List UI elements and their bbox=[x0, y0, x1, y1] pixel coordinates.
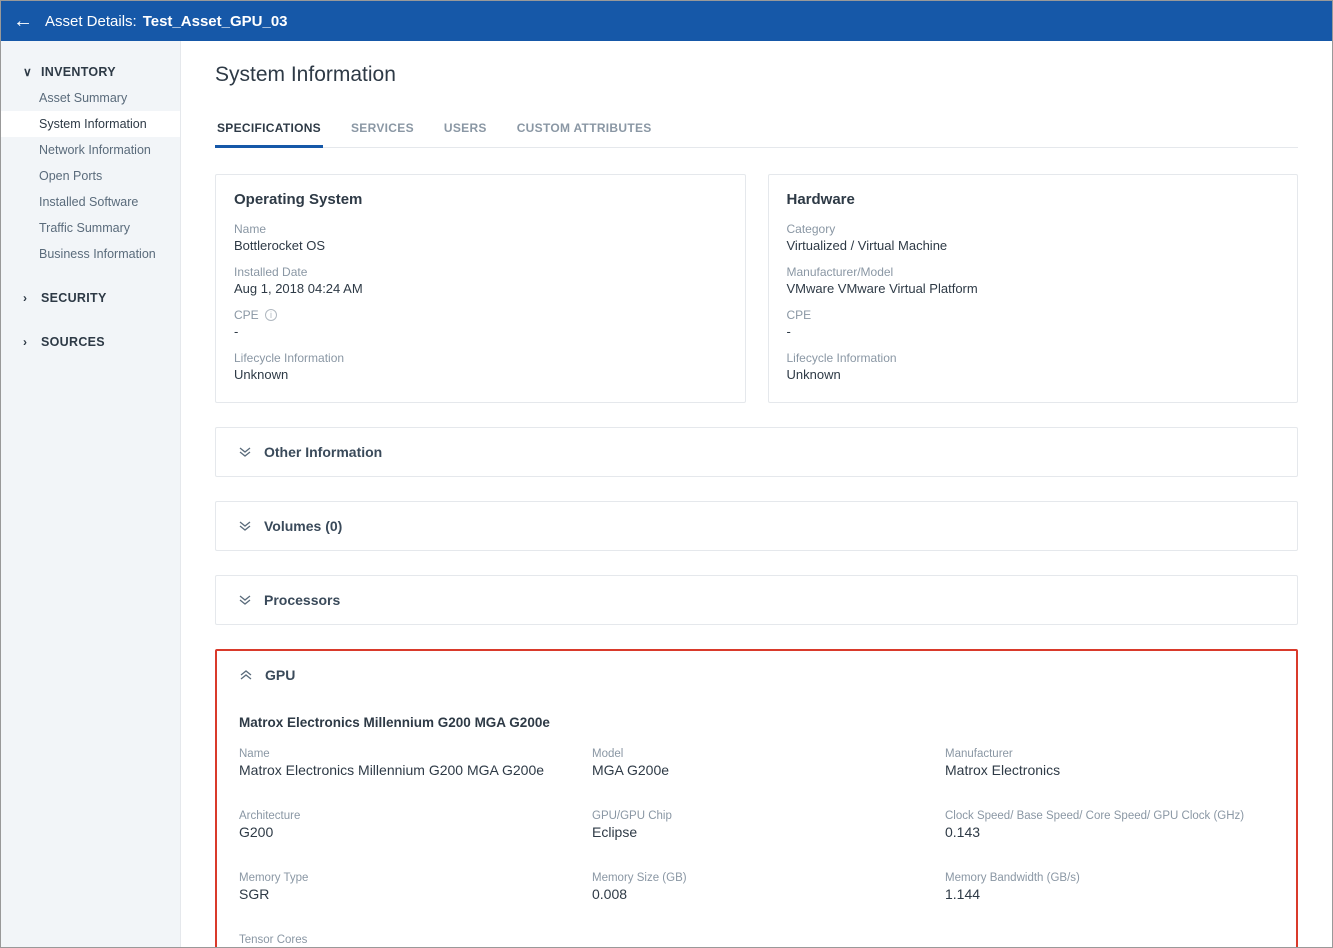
nav-header-security[interactable]: › SECURITY bbox=[1, 285, 180, 311]
gpu-chip-value: Eclipse bbox=[592, 824, 921, 840]
panel-header-other[interactable]: Other Information bbox=[216, 428, 1297, 476]
sidebar-item-asset-summary[interactable]: Asset Summary bbox=[1, 85, 180, 111]
gpu-memsize-label: Memory Size (GB) bbox=[592, 872, 921, 884]
panel-other-information: Other Information bbox=[215, 427, 1298, 477]
gpu-name-value: Matrox Electronics Millennium G200 MGA G… bbox=[239, 762, 568, 778]
panel-gpu: GPU Matrox Electronics Millennium G200 M… bbox=[215, 649, 1298, 947]
nav-header-inventory[interactable]: ∨ INVENTORY bbox=[1, 59, 180, 85]
gpu-mfr-label: Manufacturer bbox=[945, 748, 1274, 760]
nav-header-sources[interactable]: › SOURCES bbox=[1, 329, 180, 355]
nav-section-security: › SECURITY bbox=[1, 285, 180, 311]
panel-processors: Processors bbox=[215, 575, 1298, 625]
tab-custom-attributes[interactable]: CUSTOM ATTRIBUTES bbox=[515, 113, 654, 147]
gpu-clock-value: 0.143 bbox=[945, 824, 1274, 840]
gpu-arch-label: Architecture bbox=[239, 810, 568, 822]
nav-title-sources: SOURCES bbox=[41, 335, 105, 349]
nav-title-security: SECURITY bbox=[41, 291, 107, 305]
gpu-membw-label: Memory Bandwidth (GB/s) bbox=[945, 872, 1274, 884]
header-asset-name: Test_Asset_GPU_03 bbox=[143, 13, 288, 30]
gpu-model-label: Model bbox=[592, 748, 921, 760]
gpu-name-label: Name bbox=[239, 748, 568, 760]
nav-title-inventory: INVENTORY bbox=[41, 65, 116, 79]
panel-header-volumes[interactable]: Volumes (0) bbox=[216, 502, 1297, 550]
gpu-memtype-value: SGR bbox=[239, 886, 568, 902]
gpu-model-value: MGA G200e bbox=[592, 762, 921, 778]
header-prefix: Asset Details: bbox=[45, 13, 137, 30]
tab-services[interactable]: SERVICES bbox=[349, 113, 416, 147]
hw-cpe-label: CPE bbox=[787, 308, 1280, 322]
sidebar-item-installed-software[interactable]: Installed Software bbox=[1, 189, 180, 215]
os-name-value: Bottlerocket OS bbox=[234, 238, 727, 253]
panel-title-processors: Processors bbox=[264, 592, 340, 608]
back-arrow-icon[interactable]: ← bbox=[13, 11, 33, 31]
os-cpe-value: - bbox=[234, 324, 727, 339]
hw-category-label: Category bbox=[787, 222, 1280, 236]
sidebar-item-network-information[interactable]: Network Information bbox=[1, 137, 180, 163]
os-name-label: Name bbox=[234, 222, 727, 236]
hw-lifecycle-value: Unknown bbox=[787, 367, 1280, 382]
content: System Information SPECIFICATIONS SERVIC… bbox=[181, 41, 1332, 947]
os-lifecycle-value: Unknown bbox=[234, 367, 727, 382]
hw-lifecycle-label: Lifecycle Information bbox=[787, 351, 1280, 365]
card-hardware: Hardware Category Virtualized / Virtual … bbox=[768, 174, 1299, 403]
collapse-up-icon bbox=[239, 668, 253, 682]
sidebar-item-traffic-summary[interactable]: Traffic Summary bbox=[1, 215, 180, 241]
hw-cpe-value: - bbox=[787, 324, 1280, 339]
expand-down-icon bbox=[238, 445, 252, 459]
os-installed-value: Aug 1, 2018 04:24 AM bbox=[234, 281, 727, 296]
panel-title-gpu: GPU bbox=[265, 667, 295, 683]
panel-title-other: Other Information bbox=[264, 444, 382, 460]
panel-volumes: Volumes (0) bbox=[215, 501, 1298, 551]
sidebar-item-system-information[interactable]: System Information bbox=[1, 111, 180, 137]
sidebar-item-business-information[interactable]: Business Information bbox=[1, 241, 180, 267]
expand-down-icon bbox=[238, 519, 252, 533]
nav-section-sources: › SOURCES bbox=[1, 329, 180, 355]
nav-section-inventory: ∨ INVENTORY Asset Summary System Informa… bbox=[1, 59, 180, 267]
chevron-right-icon: › bbox=[23, 335, 33, 349]
gpu-chip-label: GPU/GPU Chip bbox=[592, 810, 921, 822]
gpu-full-name: Matrox Electronics Millennium G200 MGA G… bbox=[239, 715, 1274, 730]
panel-header-gpu[interactable]: GPU bbox=[217, 651, 1296, 691]
hw-mm-value: VMware VMware Virtual Platform bbox=[787, 281, 1280, 296]
hw-category-value: Virtualized / Virtual Machine bbox=[787, 238, 1280, 253]
sidebar-item-open-ports[interactable]: Open Ports bbox=[1, 163, 180, 189]
chevron-down-icon: ∨ bbox=[23, 65, 33, 79]
gpu-mfr-value: Matrox Electronics bbox=[945, 762, 1274, 778]
panel-title-volumes: Volumes (0) bbox=[264, 518, 342, 534]
hw-mm-label: Manufacturer/Model bbox=[787, 265, 1280, 279]
card-operating-system: Operating System Name Bottlerocket OS In… bbox=[215, 174, 746, 403]
os-installed-label: Installed Date bbox=[234, 265, 727, 279]
os-cpe-label: CPE i bbox=[234, 308, 727, 322]
tabs: SPECIFICATIONS SERVICES USERS CUSTOM ATT… bbox=[215, 113, 1298, 148]
gpu-memtype-label: Memory Type bbox=[239, 872, 568, 884]
os-lifecycle-label: Lifecycle Information bbox=[234, 351, 727, 365]
topbar: ← Asset Details: Test_Asset_GPU_03 bbox=[1, 1, 1332, 41]
info-icon[interactable]: i bbox=[265, 309, 277, 321]
sidebar: ∨ INVENTORY Asset Summary System Informa… bbox=[1, 41, 181, 947]
panel-header-processors[interactable]: Processors bbox=[216, 576, 1297, 624]
chevron-right-icon: › bbox=[23, 291, 33, 305]
page-title: System Information bbox=[215, 63, 1298, 87]
os-title: Operating System bbox=[234, 191, 727, 208]
os-cpe-label-text: CPE bbox=[234, 308, 259, 322]
gpu-membw-value: 1.144 bbox=[945, 886, 1274, 902]
tab-users[interactable]: USERS bbox=[442, 113, 489, 147]
expand-down-icon bbox=[238, 593, 252, 607]
tab-specifications[interactable]: SPECIFICATIONS bbox=[215, 113, 323, 148]
hw-title: Hardware bbox=[787, 191, 1280, 208]
gpu-arch-value: G200 bbox=[239, 824, 568, 840]
gpu-tensor-label: Tensor Cores bbox=[239, 934, 568, 946]
gpu-clock-label: Clock Speed/ Base Speed/ Core Speed/ GPU… bbox=[945, 810, 1274, 822]
gpu-memsize-value: 0.008 bbox=[592, 886, 921, 902]
